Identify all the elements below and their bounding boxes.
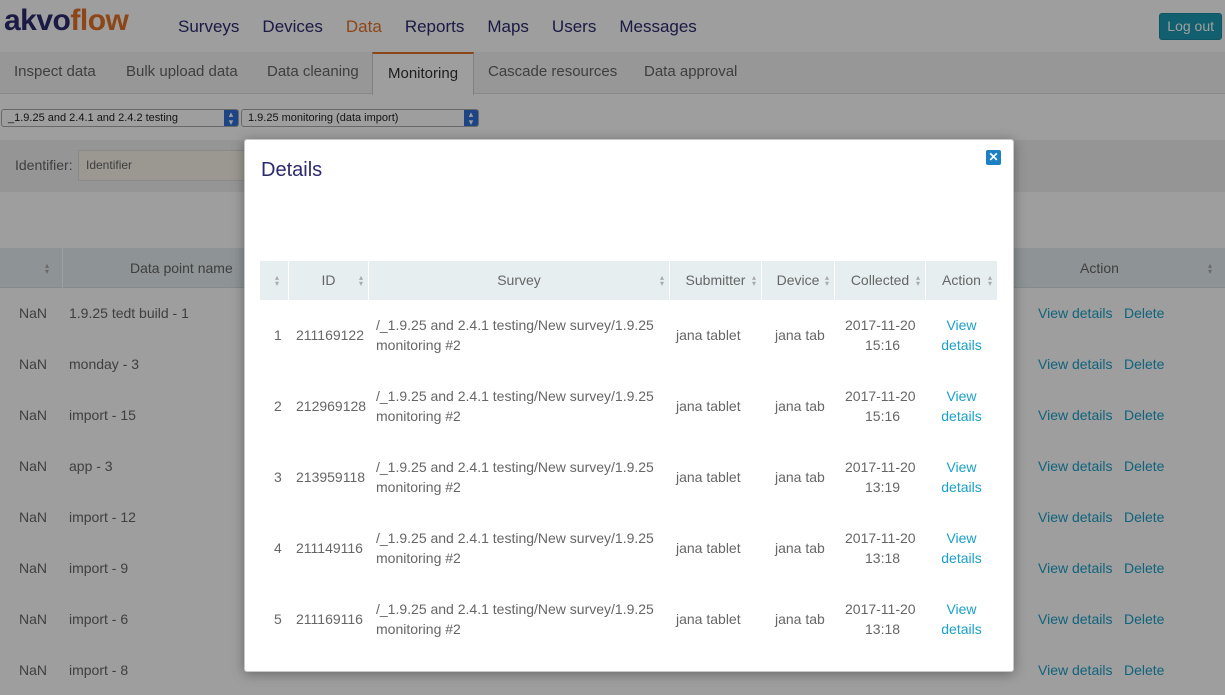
row-submitter: jana tablet <box>676 469 741 485</box>
sort-icon: ▴ ▾ <box>987 273 992 288</box>
row-device: jana tab <box>775 327 825 343</box>
row-collected-date: 2017-11-20 <box>845 459 916 475</box>
view-details-link[interactable]: View <box>926 457 997 477</box>
row-id: 213959118 <box>296 469 366 485</box>
row-number: 5 <box>274 611 282 627</box>
row-submitter: jana tablet <box>676 327 741 343</box>
row-device: jana tab <box>775 398 825 414</box>
column-id-label: ID <box>321 272 336 288</box>
row-collected-time: 13:19 <box>865 479 901 495</box>
close-icon[interactable]: ✕ <box>986 150 1001 165</box>
row-survey: /_1.9.25 and 2.4.1 testing/New survey/1.… <box>376 459 654 475</box>
row-number: 4 <box>274 540 282 556</box>
sort-icon: ▴ ▾ <box>824 273 829 288</box>
row-device: jana tab <box>775 611 825 627</box>
view-details-link[interactable]: View <box>926 315 997 335</box>
details-modal: Details ✕ ▴ ▾ ID ▴ ▾ Survey ▴ ▾ Submitter ▴ ▾ D… <box>244 139 1014 672</box>
view-details-link-cont[interactable]: details <box>926 548 997 568</box>
row-collected-time: 13:18 <box>865 621 901 637</box>
row-collected-time: 15:16 <box>865 337 901 353</box>
row-collected-date: 2017-11-20 <box>845 317 916 333</box>
row-survey-cont: monitoring #2 <box>376 408 461 424</box>
sort-icon: ▴ ▾ <box>274 273 279 288</box>
view-details-link[interactable]: View <box>926 386 997 406</box>
view-details-link-cont[interactable]: details <box>926 406 997 426</box>
column-survey-label: Survey <box>497 272 541 288</box>
view-details-link-cont[interactable]: details <box>926 477 997 497</box>
column-id[interactable]: ID ▴ ▾ <box>289 261 369 300</box>
row-device: jana tab <box>775 540 825 556</box>
view-details-link[interactable]: View <box>926 599 997 619</box>
row-survey: /_1.9.25 and 2.4.1 testing/New survey/1.… <box>376 601 654 617</box>
row-device: jana tab <box>775 469 825 485</box>
row-survey-cont: monitoring #2 <box>376 550 461 566</box>
sort-icon: ▴ ▾ <box>915 273 920 288</box>
row-id: 212969128 <box>296 398 367 414</box>
row-submitter: jana tablet <box>676 611 741 627</box>
table-row: 4 211149116 /_1.9.25 and 2.4.1 testing/N… <box>260 513 997 584</box>
row-collected-time: 15:16 <box>865 408 901 424</box>
sort-icon: ▴ ▾ <box>358 273 363 288</box>
row-submitter: jana tablet <box>676 540 741 556</box>
details-table-header: ▴ ▾ ID ▴ ▾ Survey ▴ ▾ Submitter ▴ ▾ Device ▴ ▾ Co… <box>260 261 997 300</box>
row-survey: /_1.9.25 and 2.4.1 testing/New survey/1.… <box>376 388 654 404</box>
table-row: 5 211169116 /_1.9.25 and 2.4.1 testing/N… <box>260 584 997 655</box>
modal-title: Details <box>261 159 323 181</box>
row-number: 2 <box>274 398 282 414</box>
view-details-link[interactable]: View <box>926 528 997 548</box>
sort-icon: ▴ ▾ <box>659 273 664 288</box>
table-row: 1 211169122 /_1.9.25 and 2.4.1 testing/N… <box>260 300 997 371</box>
row-collected-date: 2017-11-20 <box>845 530 916 546</box>
column-action-label: Action <box>942 272 981 288</box>
column-submitter-label: Submitter <box>685 272 746 288</box>
row-survey: /_1.9.25 and 2.4.1 testing/New survey/1.… <box>376 530 654 546</box>
row-collected-date: 2017-11-20 <box>845 601 916 617</box>
row-survey-cont: monitoring #2 <box>376 621 461 637</box>
column-device[interactable]: Device ▴ ▾ <box>762 261 835 300</box>
column-row-number[interactable]: ▴ ▾ <box>260 261 289 300</box>
column-collected-label: Collected <box>850 272 910 288</box>
row-id: 211149116 <box>296 540 363 556</box>
row-submitter: jana tablet <box>676 398 741 414</box>
column-submitter[interactable]: Submitter ▴ ▾ <box>670 261 762 300</box>
row-number: 3 <box>274 469 282 485</box>
row-collected-time: 13:18 <box>865 550 901 566</box>
row-id: 211169116 <box>296 611 363 627</box>
row-survey: /_1.9.25 and 2.4.1 testing/New survey/1.… <box>376 317 654 333</box>
column-collected[interactable]: Collected ▴ ▾ <box>835 261 926 300</box>
view-details-link-cont[interactable]: details <box>926 619 997 639</box>
table-row: 2 212969128 /_1.9.25 and 2.4.1 testing/N… <box>260 371 997 442</box>
column-device-label: Device <box>776 272 820 288</box>
row-survey-cont: monitoring #2 <box>376 479 461 495</box>
sort-icon: ▴ ▾ <box>751 273 756 288</box>
row-number: 1 <box>274 327 282 343</box>
view-details-link-cont[interactable]: details <box>926 335 997 355</box>
table-row: 3 213959118 /_1.9.25 and 2.4.1 testing/N… <box>260 442 997 513</box>
column-survey[interactable]: Survey ▴ ▾ <box>369 261 670 300</box>
row-survey-cont: monitoring #2 <box>376 337 461 353</box>
column-action[interactable]: Action ▴ ▾ <box>926 261 997 300</box>
row-id: 211169122 <box>296 327 364 343</box>
row-collected-date: 2017-11-20 <box>845 388 916 404</box>
